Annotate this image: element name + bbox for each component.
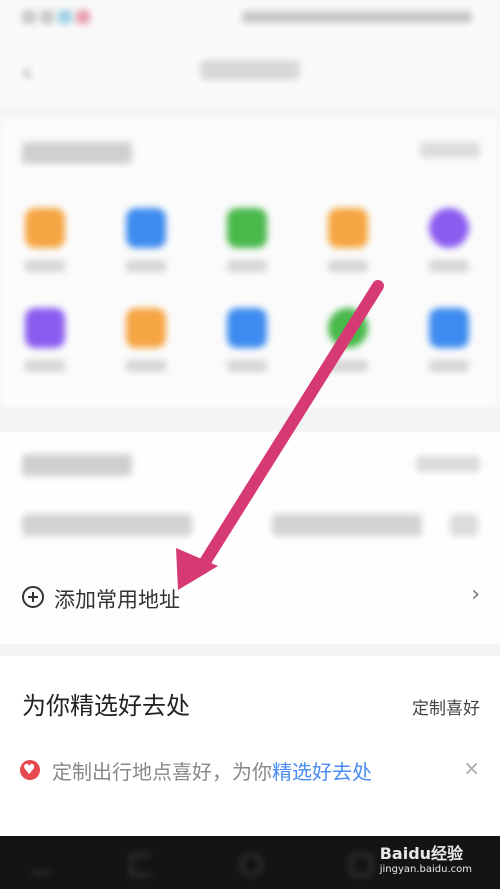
annotation-arrow [176,280,384,590]
arrow-shaft [199,280,384,568]
